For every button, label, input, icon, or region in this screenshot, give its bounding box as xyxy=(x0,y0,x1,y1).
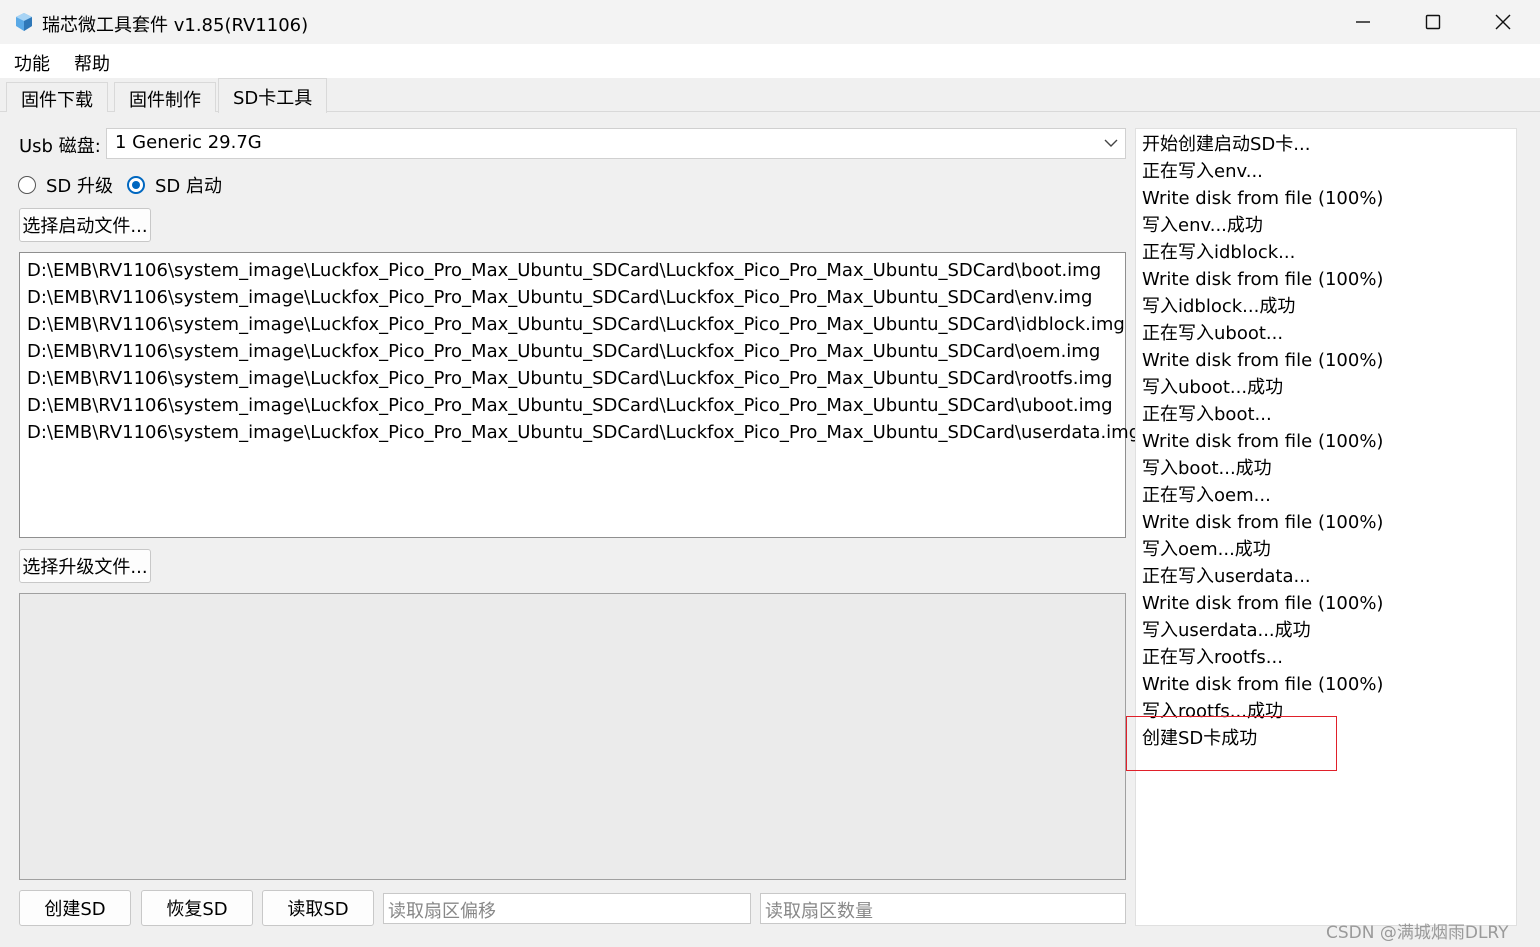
list-item[interactable]: D:\EMB\RV1106\system_image\Luckfox_Pico_… xyxy=(27,392,1118,419)
menu-bar xyxy=(0,44,1540,78)
log-line: 写入boot...成功 xyxy=(1142,458,1272,479)
menu-help[interactable]: 帮助 xyxy=(74,50,110,76)
list-item[interactable]: D:\EMB\RV1106\system_image\Luckfox_Pico_… xyxy=(27,365,1118,392)
list-item[interactable]: D:\EMB\RV1106\system_image\Luckfox_Pico_… xyxy=(27,311,1125,338)
log-output[interactable]: 开始创建启动SD卡... 正在写入env... Write disk from … xyxy=(1135,128,1517,926)
list-item[interactable]: D:\EMB\RV1106\system_image\Luckfox_Pico_… xyxy=(27,338,1118,365)
log-line: Write disk from file (100%) xyxy=(1142,593,1384,614)
create-sd-button[interactable]: 创建SD xyxy=(19,890,131,926)
success-highlight-box xyxy=(1126,716,1337,771)
log-line: 开始创建启动SD卡... xyxy=(1142,134,1311,155)
close-button[interactable] xyxy=(1468,0,1538,44)
chevron-down-icon xyxy=(1104,139,1118,147)
minimize-icon xyxy=(1356,21,1370,23)
log-line: 正在写入userdata... xyxy=(1142,566,1311,587)
log-line: Write disk from file (100%) xyxy=(1142,512,1384,533)
log-line: 写入uboot...成功 xyxy=(1142,377,1284,398)
log-line: Write disk from file (100%) xyxy=(1142,350,1384,371)
minimize-button[interactable] xyxy=(1328,0,1398,44)
usb-disk-label: Usb 磁盘: xyxy=(19,136,101,157)
sd-upgrade-radio[interactable]: SD 升级 xyxy=(18,172,113,198)
log-line: 写入idblock...成功 xyxy=(1142,296,1296,317)
sd-boot-radio[interactable]: SD 启动 xyxy=(127,172,222,198)
tab-firmware-download[interactable]: 固件下载 xyxy=(6,82,108,112)
app-icon xyxy=(16,13,32,31)
usb-disk-select[interactable]: 1 Generic 29.7G xyxy=(106,128,1126,159)
log-line: 写入userdata...成功 xyxy=(1142,620,1311,641)
tab-firmware-make[interactable]: 固件制作 xyxy=(114,82,216,112)
sector-offset-input[interactable]: 读取扇区偏移 xyxy=(383,893,751,924)
maximize-icon xyxy=(1425,14,1441,30)
log-line: 正在写入rootfs... xyxy=(1142,647,1283,668)
select-boot-file-button[interactable]: 选择启动文件... xyxy=(19,208,151,242)
log-line: 正在写入uboot... xyxy=(1142,323,1284,344)
tab-sd-tool[interactable]: SD卡工具 xyxy=(218,78,328,113)
menu-function[interactable]: 功能 xyxy=(14,50,50,76)
radio-unchecked-icon xyxy=(18,176,36,194)
log-line: 写入oem...成功 xyxy=(1142,539,1271,560)
upgrade-file-area[interactable] xyxy=(19,593,1126,880)
log-line: 正在写入boot... xyxy=(1142,404,1272,425)
list-item[interactable]: D:\EMB\RV1106\system_image\Luckfox_Pico_… xyxy=(27,257,1118,284)
list-item[interactable]: D:\EMB\RV1106\system_image\Luckfox_Pico_… xyxy=(27,419,1140,446)
close-icon xyxy=(1495,14,1511,30)
log-line: Write disk from file (100%) xyxy=(1142,674,1384,695)
log-line: 正在写入oem... xyxy=(1142,485,1271,506)
maximize-button[interactable] xyxy=(1398,0,1468,44)
window-title: 瑞芯微工具套件 v1.85(RV1106) xyxy=(42,15,309,36)
sd-boot-label: SD 启动 xyxy=(155,176,223,197)
sector-count-input[interactable]: 读取扇区数量 xyxy=(760,893,1126,924)
log-line: Write disk from file (100%) xyxy=(1142,188,1384,209)
log-line: 写入env...成功 xyxy=(1142,215,1263,236)
list-item[interactable]: D:\EMB\RV1106\system_image\Luckfox_Pico_… xyxy=(27,284,1118,311)
log-line: 正在写入env... xyxy=(1142,161,1263,182)
usb-disk-value: 1 Generic 29.7G xyxy=(115,132,262,153)
watermark: CSDN @满城烟雨DLRY xyxy=(1326,923,1509,943)
sd-upgrade-label: SD 升级 xyxy=(46,176,114,197)
select-upgrade-file-button[interactable]: 选择升级文件... xyxy=(19,549,151,583)
radio-checked-icon xyxy=(127,176,145,194)
read-sd-button[interactable]: 读取SD xyxy=(262,890,374,926)
restore-sd-button[interactable]: 恢复SD xyxy=(141,890,253,926)
boot-file-list[interactable]: D:\EMB\RV1106\system_image\Luckfox_Pico_… xyxy=(19,252,1140,538)
log-line: Write disk from file (100%) xyxy=(1142,269,1384,290)
log-line: 正在写入idblock... xyxy=(1142,242,1296,263)
log-line: Write disk from file (100%) xyxy=(1142,431,1384,452)
